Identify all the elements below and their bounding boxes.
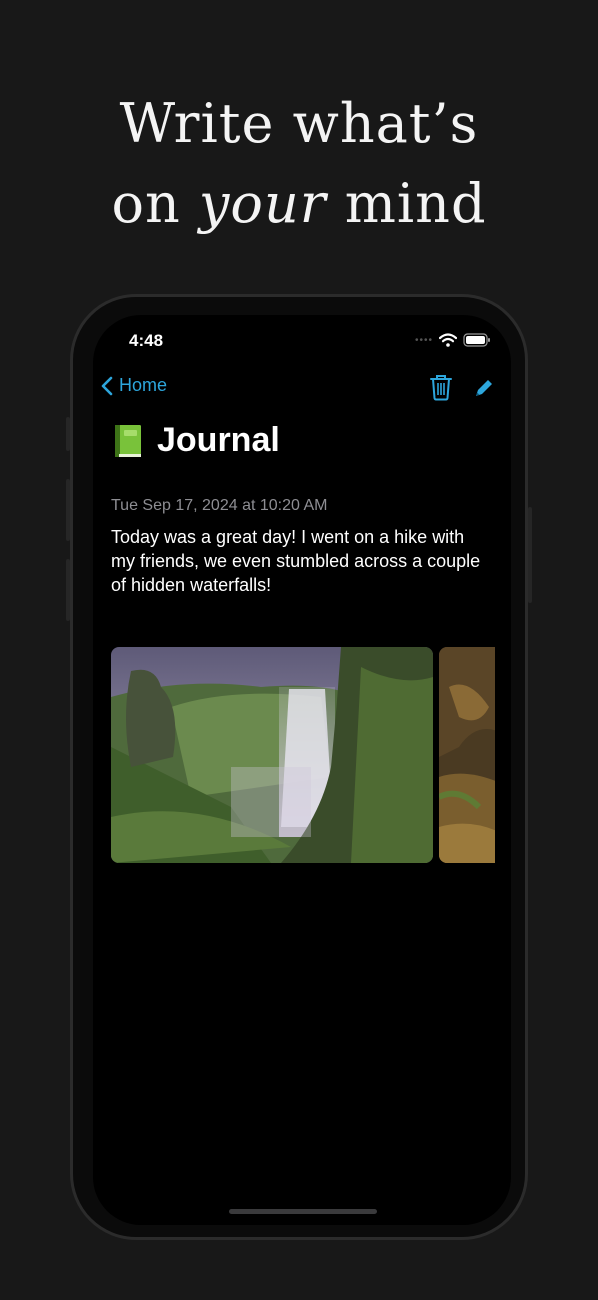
status-icons: •••• bbox=[415, 333, 491, 347]
mute-switch bbox=[66, 417, 70, 451]
trash-icon bbox=[430, 375, 452, 401]
entry-body-text: Today was a great day! I went on a hike … bbox=[111, 527, 481, 595]
photo-carousel[interactable] bbox=[111, 647, 495, 863]
headline-line-1: Write what’s bbox=[119, 92, 479, 155]
chevron-left-icon bbox=[101, 376, 113, 395]
power-button bbox=[528, 507, 532, 603]
battery-icon bbox=[463, 333, 490, 347]
green-book-icon bbox=[115, 424, 141, 457]
waterfall-photo[interactable] bbox=[111, 647, 433, 863]
wifi-icon bbox=[439, 333, 457, 347]
headline-line-2: on your mind bbox=[0, 164, 598, 244]
back-button-label: Home bbox=[119, 375, 168, 395]
pencil-icon bbox=[476, 380, 492, 396]
home-indicator[interactable] bbox=[229, 1209, 377, 1214]
volume-down-button bbox=[66, 559, 70, 621]
back-button[interactable]: Home bbox=[101, 375, 167, 396]
rock-photo[interactable] bbox=[439, 647, 495, 863]
entry-date: Tue Sep 17, 2024 at 10:20 AM bbox=[111, 497, 328, 514]
delete-button[interactable] bbox=[429, 373, 453, 406]
headline-emphasis: your bbox=[198, 172, 327, 235]
headline-line-2-suffix: mind bbox=[326, 172, 487, 235]
entry-title: Journal bbox=[157, 421, 280, 459]
status-time: 4:48 bbox=[129, 331, 164, 350]
marketing-headline: Write what’s on your mind bbox=[0, 84, 598, 244]
status-bar: 4:48 •••• bbox=[93, 315, 511, 375]
navigation-bar: Home bbox=[93, 371, 511, 411]
volume-up-button bbox=[66, 479, 70, 541]
phone-frame: 4:48 •••• Home Journal Tue Sep 17, 2024 … bbox=[66, 294, 532, 1240]
entry-title-row: Journal bbox=[113, 421, 280, 460]
phone-screen: 4:48 •••• Home Journal Tue Sep 17, 2024 … bbox=[93, 315, 511, 1225]
signal-dots-icon: •••• bbox=[414, 334, 433, 346]
headline-line-2-prefix: on bbox=[111, 172, 199, 235]
edit-button[interactable] bbox=[473, 377, 495, 404]
